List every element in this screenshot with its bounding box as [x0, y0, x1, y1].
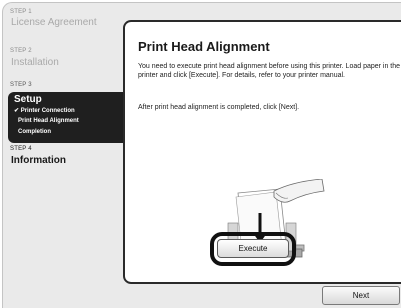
step2-label: STEP 2 [10, 48, 32, 54]
current-step-box: Setup ✔ Printer Connection Print Head Al… [8, 92, 135, 143]
instruction-text: You need to execute print head alignment… [138, 63, 401, 79]
step1-title: License Agreement [11, 17, 97, 28]
next-instruction-text: After print head alignment is completed,… [138, 104, 300, 111]
substep-completion: Completion [18, 129, 51, 135]
substep-print-head-alignment: Print Head Alignment [18, 118, 79, 124]
next-button[interactable]: Next [322, 286, 400, 305]
substep-printer-connection: ✔ Printer Connection [14, 108, 75, 114]
installer-window: STEP 1 License Agreement STEP 2 Installa… [2, 2, 401, 308]
step2-title: Installation [11, 57, 59, 68]
step3-label: STEP 3 [10, 82, 32, 88]
step3-title: Setup [14, 94, 42, 105]
step4-label: STEP 4 [10, 146, 32, 152]
content-panel: Print Head Alignment You need to execute… [123, 20, 401, 284]
step4-title: Information [11, 155, 66, 166]
step1-label: STEP 1 [10, 9, 32, 15]
page-title: Print Head Alignment [138, 39, 270, 54]
execute-button[interactable]: Execute [217, 239, 289, 258]
